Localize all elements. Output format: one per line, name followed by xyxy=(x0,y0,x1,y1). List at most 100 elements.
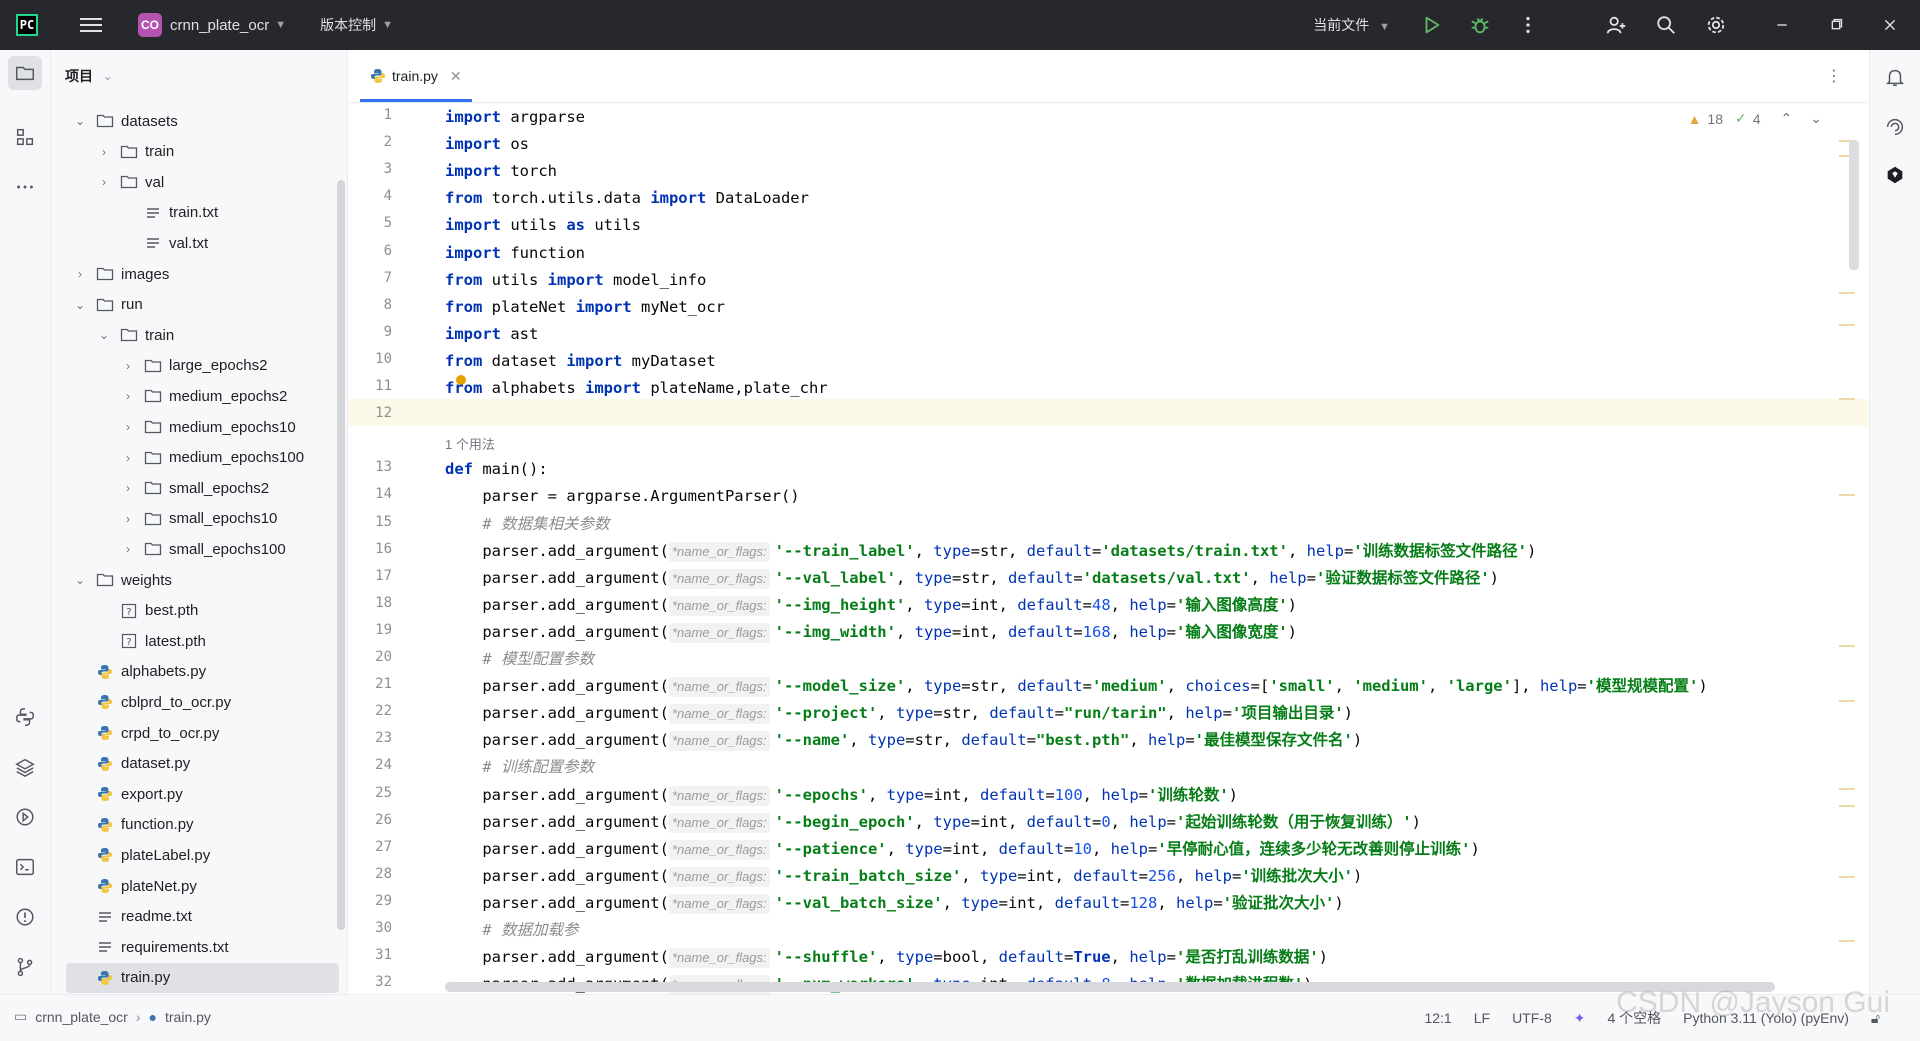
tree-item[interactable]: plateLabel.py xyxy=(51,840,347,870)
code-editor[interactable]: import argparse import os import torch from… xyxy=(445,103,1865,994)
tree-item[interactable]: › small_epochs100 xyxy=(51,534,347,564)
git-branch-icon[interactable] xyxy=(8,950,42,984)
tab-options-icon[interactable]: ⋮ xyxy=(1826,66,1842,86)
inspection-widget[interactable]: ▲ 18 ✓ 4 ⌃ ⌄ xyxy=(1688,110,1822,127)
tree-item[interactable]: requirements.txt xyxy=(51,932,347,962)
tree-item[interactable]: val.txt xyxy=(51,228,347,258)
breadcrumb-project[interactable]: crnn_plate_ocr xyxy=(35,1009,128,1025)
search-icon[interactable] xyxy=(1652,11,1680,39)
code-line[interactable]: parser.add_argument(*name_or_flags: '--mo… xyxy=(445,673,1708,700)
chevron-down-icon[interactable]: ⌄ xyxy=(97,328,111,342)
code-line[interactable]: parser.add_argument(*name_or_flags: '--va… xyxy=(445,890,1344,917)
code-line[interactable]: import utils as utils xyxy=(445,212,641,239)
code-line[interactable]: # 数据集相关参数 xyxy=(445,511,609,538)
chevron-right-icon[interactable]: › xyxy=(121,481,135,495)
code-line[interactable]: import os xyxy=(445,131,529,158)
code-line[interactable]: from plateNet import myNet_ocr xyxy=(445,294,725,321)
code-line[interactable]: import torch xyxy=(445,158,557,185)
code-line[interactable]: # 模型配置参数 xyxy=(445,646,594,673)
chevron-down-icon[interactable]: ⌄ xyxy=(73,114,87,128)
code-line[interactable]: import ast xyxy=(445,321,538,348)
tree-item[interactable]: ? latest.pth xyxy=(51,626,347,656)
plugin-icon[interactable] xyxy=(1882,162,1908,188)
notifications-bell-icon[interactable] xyxy=(1882,64,1908,90)
code-line[interactable]: def main(): xyxy=(445,456,548,483)
tree-item[interactable]: alphabets.py xyxy=(51,657,347,687)
project-name[interactable]: crnn_plate_ocr xyxy=(170,17,269,34)
tree-item[interactable]: function.py xyxy=(51,810,347,840)
vcs-menu[interactable]: 版本控制 xyxy=(320,15,376,35)
code-line[interactable]: parser.add_argument(*name_or_flags: '--im… xyxy=(445,592,1297,619)
ai-assistant-icon[interactable] xyxy=(1882,114,1908,140)
restore-icon[interactable] xyxy=(1822,11,1850,39)
chevron-right-icon[interactable]: › xyxy=(97,145,111,159)
code-line[interactable]: parser.add_argument(*name_or_flags: '--be… xyxy=(445,809,1421,836)
code-line[interactable]: parser.add_argument(*name_or_flags: '--sh… xyxy=(445,944,1328,971)
project-badge[interactable]: CO xyxy=(138,13,162,37)
code-line[interactable]: import argparse xyxy=(445,104,585,131)
tab-train-py[interactable]: train.py ✕ xyxy=(360,50,472,102)
editor-vertical-scrollbar[interactable] xyxy=(1849,140,1859,270)
tree-item[interactable]: cblprd_to_ocr.py xyxy=(51,687,347,717)
add-user-icon[interactable] xyxy=(1602,11,1630,39)
chevron-right-icon[interactable]: › xyxy=(121,542,135,556)
chevron-right-icon[interactable]: › xyxy=(121,389,135,403)
chevron-right-icon[interactable]: › xyxy=(73,267,87,281)
main-menu-icon[interactable] xyxy=(80,18,102,32)
tree-item[interactable]: › large_epochs2 xyxy=(51,351,347,381)
ai-status-icon[interactable]: ✦ xyxy=(1574,1010,1586,1027)
chevron-down-icon[interactable]: ▼ xyxy=(382,19,393,31)
file-encoding[interactable]: UTF-8 xyxy=(1512,1010,1552,1026)
code-line[interactable]: # 训练配置参数 xyxy=(445,754,594,781)
tree-item[interactable]: dataset.py xyxy=(51,749,347,779)
code-line[interactable]: from utils import model_info xyxy=(445,267,706,294)
breadcrumb-file[interactable]: train.py xyxy=(165,1009,211,1025)
tree-item[interactable]: train.py xyxy=(66,962,339,993)
tree-item[interactable]: ⌄ datasets xyxy=(51,106,347,136)
chevron-right-icon[interactable]: › xyxy=(121,512,135,526)
services-icon[interactable] xyxy=(8,800,42,834)
code-line[interactable]: parser.add_argument(*name_or_flags: '--ep… xyxy=(445,782,1238,809)
settings-gear-icon[interactable] xyxy=(1702,11,1730,39)
more-actions-icon[interactable] xyxy=(1514,11,1542,39)
chevron-right-icon[interactable]: › xyxy=(97,175,111,189)
problems-icon[interactable] xyxy=(8,900,42,934)
tree-item[interactable]: › train xyxy=(51,137,347,167)
tree-item[interactable]: › small_epochs2 xyxy=(51,473,347,503)
chevron-down-icon[interactable]: ⌄ xyxy=(73,573,87,587)
caret-position[interactable]: 12:1 xyxy=(1424,1010,1451,1026)
python-packages-icon[interactable] xyxy=(8,700,42,734)
close-tab-icon[interactable]: ✕ xyxy=(450,68,462,85)
chevron-right-icon[interactable]: › xyxy=(121,420,135,434)
usage-hint[interactable]: 1 个用法 xyxy=(445,434,495,453)
tree-item[interactable]: train.txt xyxy=(51,198,347,228)
tree-item[interactable]: plateNet.py xyxy=(51,871,347,901)
tree-item[interactable]: › small_epochs10 xyxy=(51,504,347,534)
tree-item[interactable]: readme.txt xyxy=(51,902,347,932)
tree-item[interactable]: › images xyxy=(51,259,347,289)
pycharm-logo-icon[interactable]: PC xyxy=(16,14,38,36)
project-scrollbar[interactable] xyxy=(337,180,345,930)
tree-item[interactable]: › val xyxy=(51,167,347,197)
next-highlight-icon[interactable]: ⌄ xyxy=(1810,110,1822,127)
line-separator[interactable]: LF xyxy=(1474,1010,1490,1026)
code-line[interactable]: # 数据加载参 xyxy=(445,917,578,944)
run-icon[interactable] xyxy=(1418,11,1446,39)
tree-item[interactable]: export.py xyxy=(51,779,347,809)
tree-item[interactable]: crpd_to_ocr.py xyxy=(51,718,347,748)
code-line[interactable]: parser.add_argument(*name_or_flags: '--tr… xyxy=(445,863,1362,890)
project-folder-icon[interactable] xyxy=(8,56,42,90)
editor-horizontal-scrollbar[interactable] xyxy=(445,982,1775,992)
structure-icon[interactable] xyxy=(8,120,42,154)
run-config-selector[interactable]: 当前文件 ▼ xyxy=(1313,15,1390,35)
code-line[interactable]: import function xyxy=(445,240,585,267)
chevron-right-icon[interactable]: › xyxy=(121,451,135,465)
layers-icon[interactable] xyxy=(8,750,42,784)
code-line[interactable]: parser.add_argument(*name_or_flags: '--pa… xyxy=(445,836,1480,863)
tree-item[interactable]: › medium_epochs2 xyxy=(51,381,347,411)
tree-item[interactable]: ⌄ weights xyxy=(51,565,347,595)
previous-highlight-icon[interactable]: ⌃ xyxy=(1781,110,1793,127)
chevron-right-icon[interactable]: › xyxy=(121,359,135,373)
code-line[interactable]: parser.add_argument(*name_or_flags: '--pr… xyxy=(445,700,1353,727)
tree-item[interactable]: ⌄ train xyxy=(51,320,347,350)
